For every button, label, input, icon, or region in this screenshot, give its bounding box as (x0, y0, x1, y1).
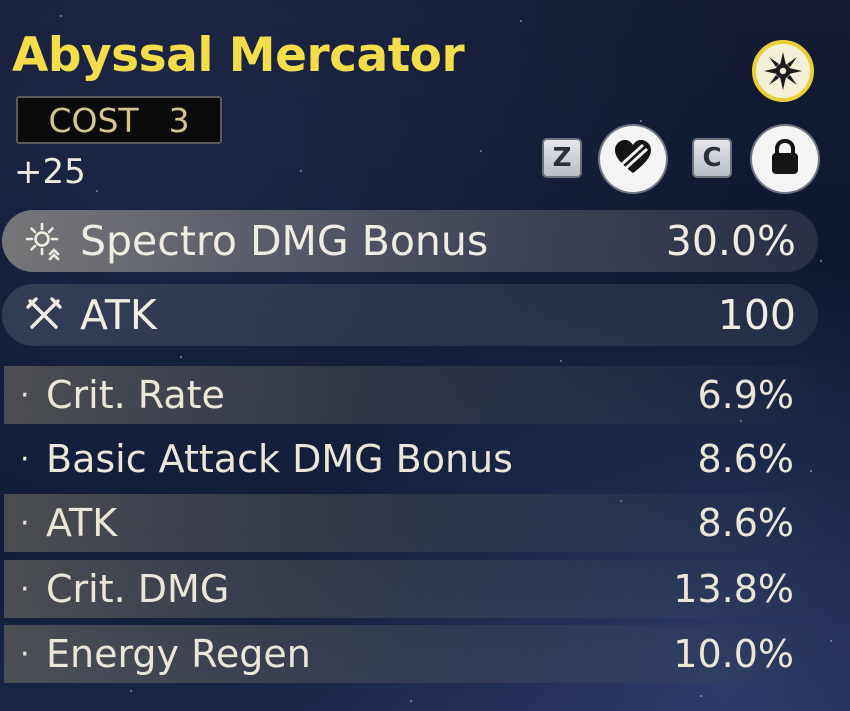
bullet: · (20, 505, 30, 541)
sub-stat-value: 10.0% (673, 632, 794, 676)
lock-icon (768, 138, 802, 180)
sub-stat-value: 6.9% (697, 373, 794, 417)
secondary-main-stat-row: ATK 100 (2, 284, 818, 346)
main-stat-value: 100 (717, 291, 796, 339)
sub-stat-row: · Crit. DMG 13.8% (4, 560, 816, 618)
sub-stat-value: 8.6% (697, 437, 794, 481)
sub-stat-row: · Basic Attack DMG Bonus 8.6% (4, 430, 816, 488)
main-stat-value: 30.0% (665, 217, 796, 265)
crossed-swords-icon (22, 293, 66, 337)
sub-stat-name: ATK (46, 501, 118, 545)
bullet: · (20, 377, 30, 413)
sub-stat-name: Energy Regen (46, 632, 311, 676)
sub-stat-row: · Energy Regen 10.0% (4, 625, 816, 683)
sub-stat-value: 8.6% (697, 501, 794, 545)
echo-name: Abyssal Mercator (12, 28, 465, 83)
discard-hotkey: Z (542, 138, 582, 178)
cost-label: COST (48, 100, 139, 140)
lock-button[interactable] (752, 126, 818, 192)
discard-button[interactable] (600, 126, 666, 192)
sub-stat-name: Crit. Rate (46, 373, 225, 417)
sub-stat-row: · ATK 8.6% (4, 494, 816, 552)
main-stat-row: Spectro DMG Bonus 30.0% (2, 210, 818, 272)
bullet: · (20, 571, 30, 607)
sub-stat-name: Basic Attack DMG Bonus (46, 437, 513, 481)
cost-badge: COST 3 (16, 96, 222, 144)
sub-stat-row: · Crit. Rate 6.9% (4, 366, 816, 424)
spectro-element-icon (22, 219, 66, 263)
broken-heart-icon (613, 139, 653, 179)
echo-level: +25 (14, 152, 86, 192)
main-stat-name: ATK (80, 291, 157, 339)
cost-value: 3 (168, 100, 190, 140)
sun-burst-icon (752, 40, 814, 102)
bullet: · (20, 441, 30, 477)
sub-stat-name: Crit. DMG (46, 567, 230, 611)
sub-stat-value: 13.8% (673, 567, 794, 611)
bullet: · (20, 636, 30, 672)
main-stat-name: Spectro DMG Bonus (80, 217, 489, 265)
lock-hotkey: C (692, 138, 732, 178)
